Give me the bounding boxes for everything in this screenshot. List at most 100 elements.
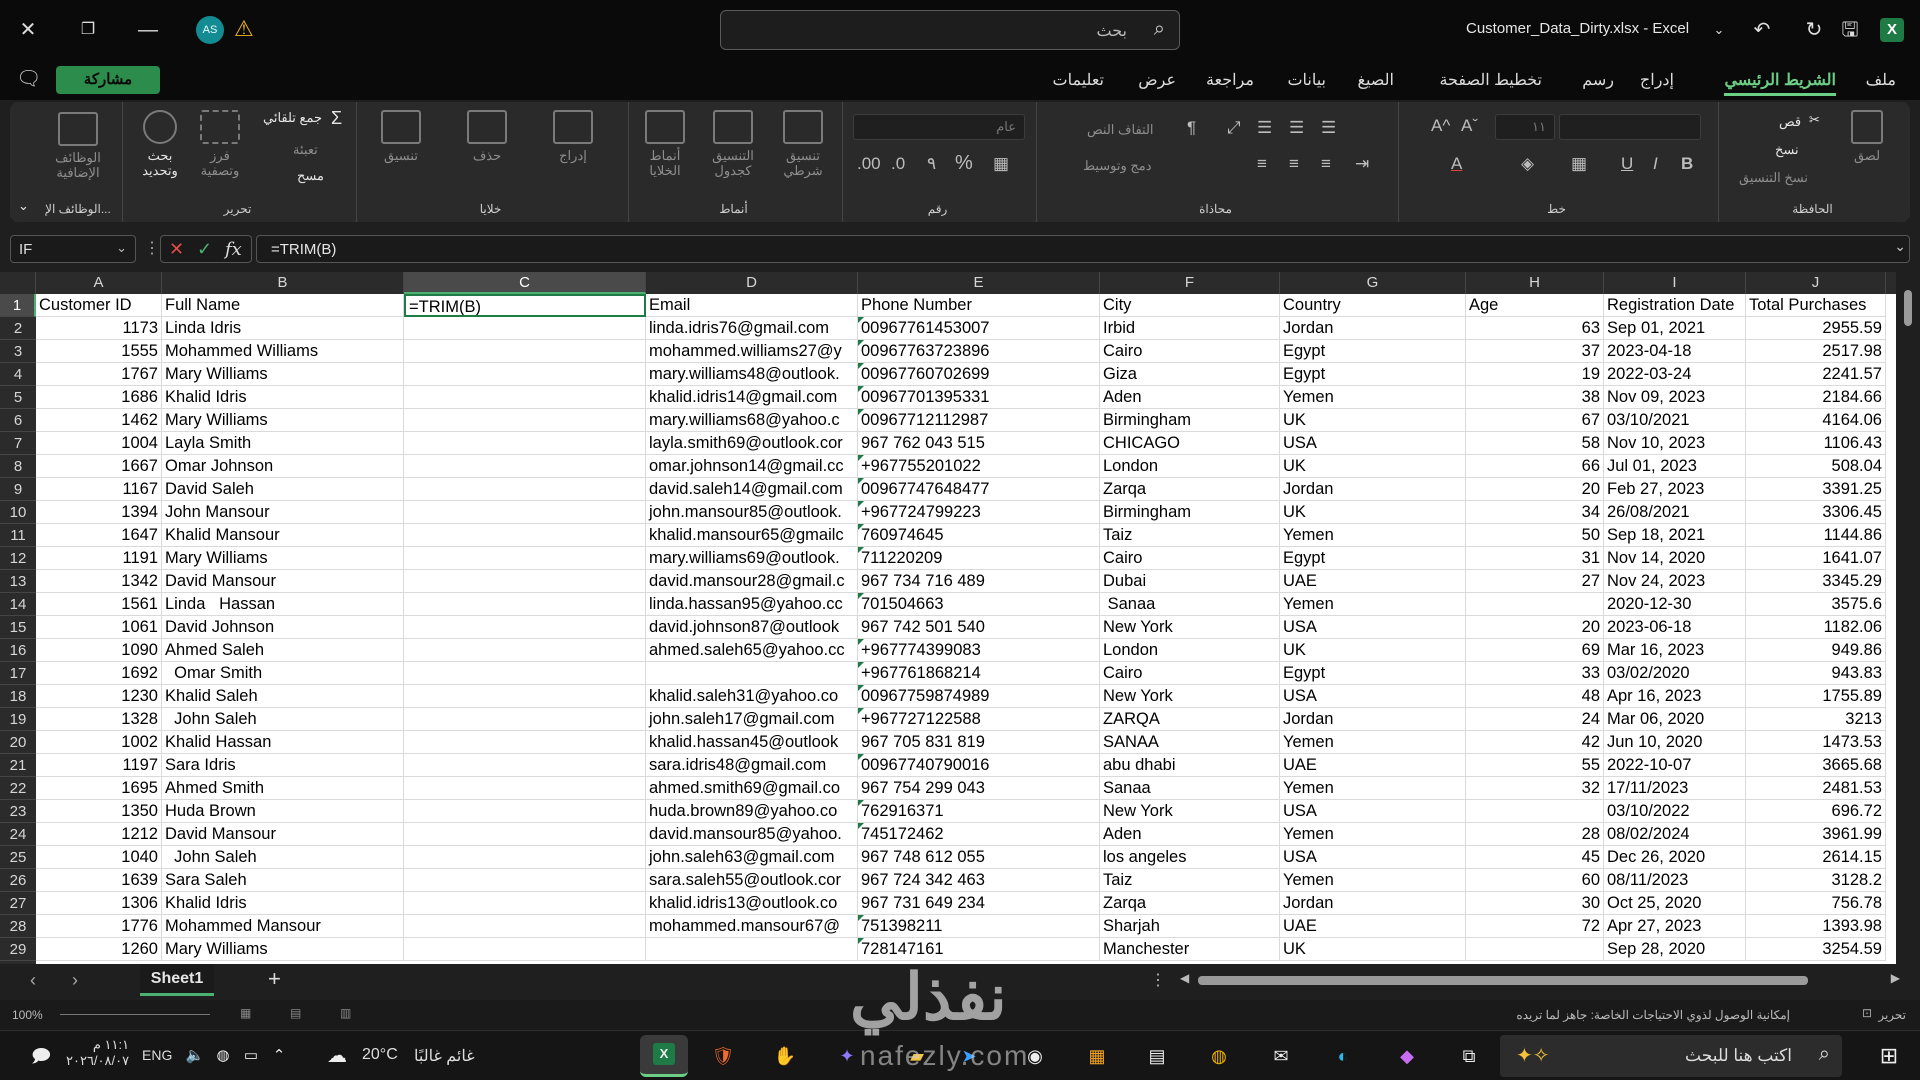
horizontal-scrollbar[interactable]: ◀ ▶ xyxy=(1180,971,1900,988)
underline-icon[interactable]: U xyxy=(1621,154,1633,174)
table-cell[interactable]: 967 734 716 489 xyxy=(858,570,1100,593)
table-cell[interactable]: Cairo xyxy=(1100,662,1280,685)
text-direction-icon[interactable]: ¶ xyxy=(1187,118,1196,138)
file-explorer-icon[interactable]: ▰ xyxy=(900,1039,934,1073)
error-indicator-icon[interactable] xyxy=(858,593,864,599)
vertical-scrollbar[interactable] xyxy=(1896,272,1920,964)
table-cell[interactable]: Nov 24, 2023 xyxy=(1604,570,1746,593)
zoom-level[interactable]: 100% xyxy=(12,1008,43,1022)
table-cell[interactable] xyxy=(646,938,858,961)
table-cell[interactable]: New York xyxy=(1100,616,1280,639)
table-cell[interactable]: Sep 01, 2021 xyxy=(1604,317,1746,340)
column-header-a[interactable]: A xyxy=(36,272,162,294)
table-cell[interactable]: 745172462 xyxy=(858,823,1100,846)
table-cell[interactable]: 08/11/2023 xyxy=(1604,869,1746,892)
table-cell[interactable] xyxy=(404,846,646,869)
table-cell[interactable]: Aden xyxy=(1100,386,1280,409)
table-cell[interactable]: 20 xyxy=(1466,616,1604,639)
table-cell[interactable]: 701504663 xyxy=(858,593,1100,616)
cancel-icon[interactable]: ✕ xyxy=(169,239,184,260)
error-indicator-icon[interactable] xyxy=(858,524,864,530)
table-cell[interactable]: 967 748 612 055 xyxy=(858,846,1100,869)
table-cell[interactable]: mohammed.williams27@y xyxy=(646,340,858,363)
table-cell[interactable]: 1462 xyxy=(36,409,162,432)
row-header[interactable]: 22 xyxy=(0,777,36,800)
table-cell[interactable]: 1182.06 xyxy=(1746,616,1886,639)
table-cell[interactable]: 1197 xyxy=(36,754,162,777)
minimize-icon[interactable]: — xyxy=(132,14,164,46)
column-header-h[interactable]: H xyxy=(1466,272,1604,294)
row-header[interactable]: 26 xyxy=(0,869,36,892)
table-cell[interactable]: Omar Johnson xyxy=(162,455,404,478)
table-cell[interactable]: 45 xyxy=(1466,846,1604,869)
add-sheet-icon[interactable]: + xyxy=(268,966,281,992)
row-header[interactable]: 3 xyxy=(0,340,36,363)
table-cell[interactable]: david.mansour28@gmail.c xyxy=(646,570,858,593)
table-cell[interactable]: 38 xyxy=(1466,386,1604,409)
format-as-table-button[interactable]: التنسيق كجدول xyxy=(701,110,765,178)
row-header[interactable]: 15 xyxy=(0,616,36,639)
table-cell[interactable]: 711220209 xyxy=(858,547,1100,570)
table-cell[interactable]: john.mansour85@outlook. xyxy=(646,501,858,524)
comments-icon[interactable]: 🗨 xyxy=(16,66,41,91)
table-cell[interactable]: khalid.saleh31@yahoo.co xyxy=(646,685,858,708)
table-cell[interactable] xyxy=(404,823,646,846)
header-cell[interactable]: Country xyxy=(1280,294,1466,317)
column-header-j[interactable]: J xyxy=(1746,272,1886,294)
table-cell[interactable]: Sanaa xyxy=(1100,777,1280,800)
table-cell[interactable]: USA xyxy=(1280,846,1466,869)
table-cell[interactable]: abu dhabi xyxy=(1100,754,1280,777)
tab-data[interactable]: بيانات xyxy=(1287,70,1326,90)
search-input[interactable]: بحث ⌕ xyxy=(720,10,1180,50)
table-cell[interactable]: UK xyxy=(1280,455,1466,478)
table-cell[interactable]: London xyxy=(1100,639,1280,662)
table-cell[interactable]: UK xyxy=(1280,409,1466,432)
table-cell[interactable]: Zarqa xyxy=(1100,892,1280,915)
redo-icon[interactable]: ↻ xyxy=(1798,14,1830,46)
table-cell[interactable]: 1106.43 xyxy=(1746,432,1886,455)
table-cell[interactable]: 1350 xyxy=(36,800,162,823)
table-cell[interactable]: 1090 xyxy=(36,639,162,662)
table-cell[interactable]: layla.smith69@outlook.cor xyxy=(646,432,858,455)
row-header[interactable]: 13 xyxy=(0,570,36,593)
table-cell[interactable]: +967727122588 xyxy=(858,708,1100,731)
excel-taskbar-icon[interactable]: X xyxy=(640,1035,688,1077)
table-cell[interactable]: 1686 xyxy=(36,386,162,409)
table-cell[interactable]: 967 724 342 463 xyxy=(858,869,1100,892)
error-indicator-icon[interactable] xyxy=(858,340,864,346)
edge-icon[interactable]: ◐ xyxy=(1326,1039,1360,1073)
row-header[interactable]: 21 xyxy=(0,754,36,777)
table-cell[interactable]: Ahmed Smith xyxy=(162,777,404,800)
row-header[interactable]: 7 xyxy=(0,432,36,455)
shrink-font-icon[interactable]: Aˇ xyxy=(1461,116,1478,136)
table-cell[interactable]: john.saleh63@gmail.com xyxy=(646,846,858,869)
error-indicator-icon[interactable] xyxy=(858,639,864,645)
table-cell[interactable]: Khalid Idris xyxy=(162,892,404,915)
table-cell[interactable]: 1173 xyxy=(36,317,162,340)
formula-input[interactable]: =TRIM(B) xyxy=(256,235,1910,263)
table-cell[interactable]: 3306.45 xyxy=(1746,501,1886,524)
table-cell[interactable]: 17/11/2023 xyxy=(1604,777,1746,800)
column-header-d[interactable]: D xyxy=(646,272,858,294)
conditional-formatting-button[interactable]: تنسيق شرطي xyxy=(771,110,835,178)
table-cell[interactable]: 1755.89 xyxy=(1746,685,1886,708)
font-name-select[interactable] xyxy=(1559,114,1701,140)
scroll-thumb[interactable] xyxy=(1904,290,1912,326)
table-cell[interactable]: 66 xyxy=(1466,455,1604,478)
grow-font-icon[interactable]: A^ xyxy=(1431,116,1450,136)
error-indicator-icon[interactable] xyxy=(858,501,864,507)
table-cell[interactable]: 50 xyxy=(1466,524,1604,547)
table-cell[interactable]: Yemen xyxy=(1280,593,1466,616)
app-icon[interactable]: ✋ xyxy=(768,1039,802,1073)
table-cell[interactable]: 1144.86 xyxy=(1746,524,1886,547)
font-color-icon[interactable]: A xyxy=(1451,154,1462,174)
table-cell[interactable]: Jordan xyxy=(1280,892,1466,915)
table-cell[interactable]: Sara Saleh xyxy=(162,869,404,892)
table-cell[interactable]: los angeles xyxy=(1100,846,1280,869)
borders-icon[interactable]: ▦ xyxy=(1571,154,1587,174)
table-cell[interactable]: 33 xyxy=(1466,662,1604,685)
zoom-slider[interactable] xyxy=(60,1014,210,1015)
scroll-right-icon[interactable]: ▶ xyxy=(1891,971,1900,985)
weather-icon[interactable]: ☁ xyxy=(320,1039,354,1073)
table-cell[interactable]: 60 xyxy=(1466,869,1604,892)
